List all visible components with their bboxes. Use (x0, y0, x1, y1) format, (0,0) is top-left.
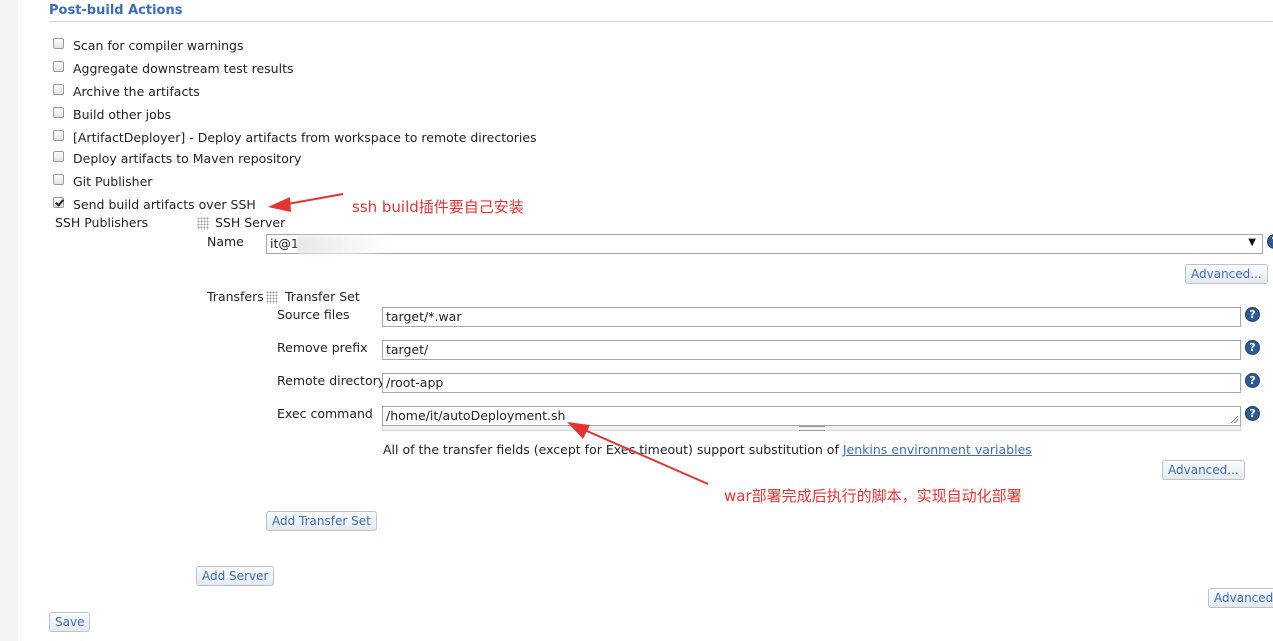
annotation-ssh-plugin: ssh build插件要自己安装 (352, 198, 524, 216)
arrow-to-ssh-checkbox (268, 193, 344, 212)
arrow-to-exec-command (567, 422, 709, 485)
annotation-war-script: war部署完成后执行的脚本，实现自动化部署 (724, 487, 1022, 505)
annotation-arrows (268, 193, 709, 485)
